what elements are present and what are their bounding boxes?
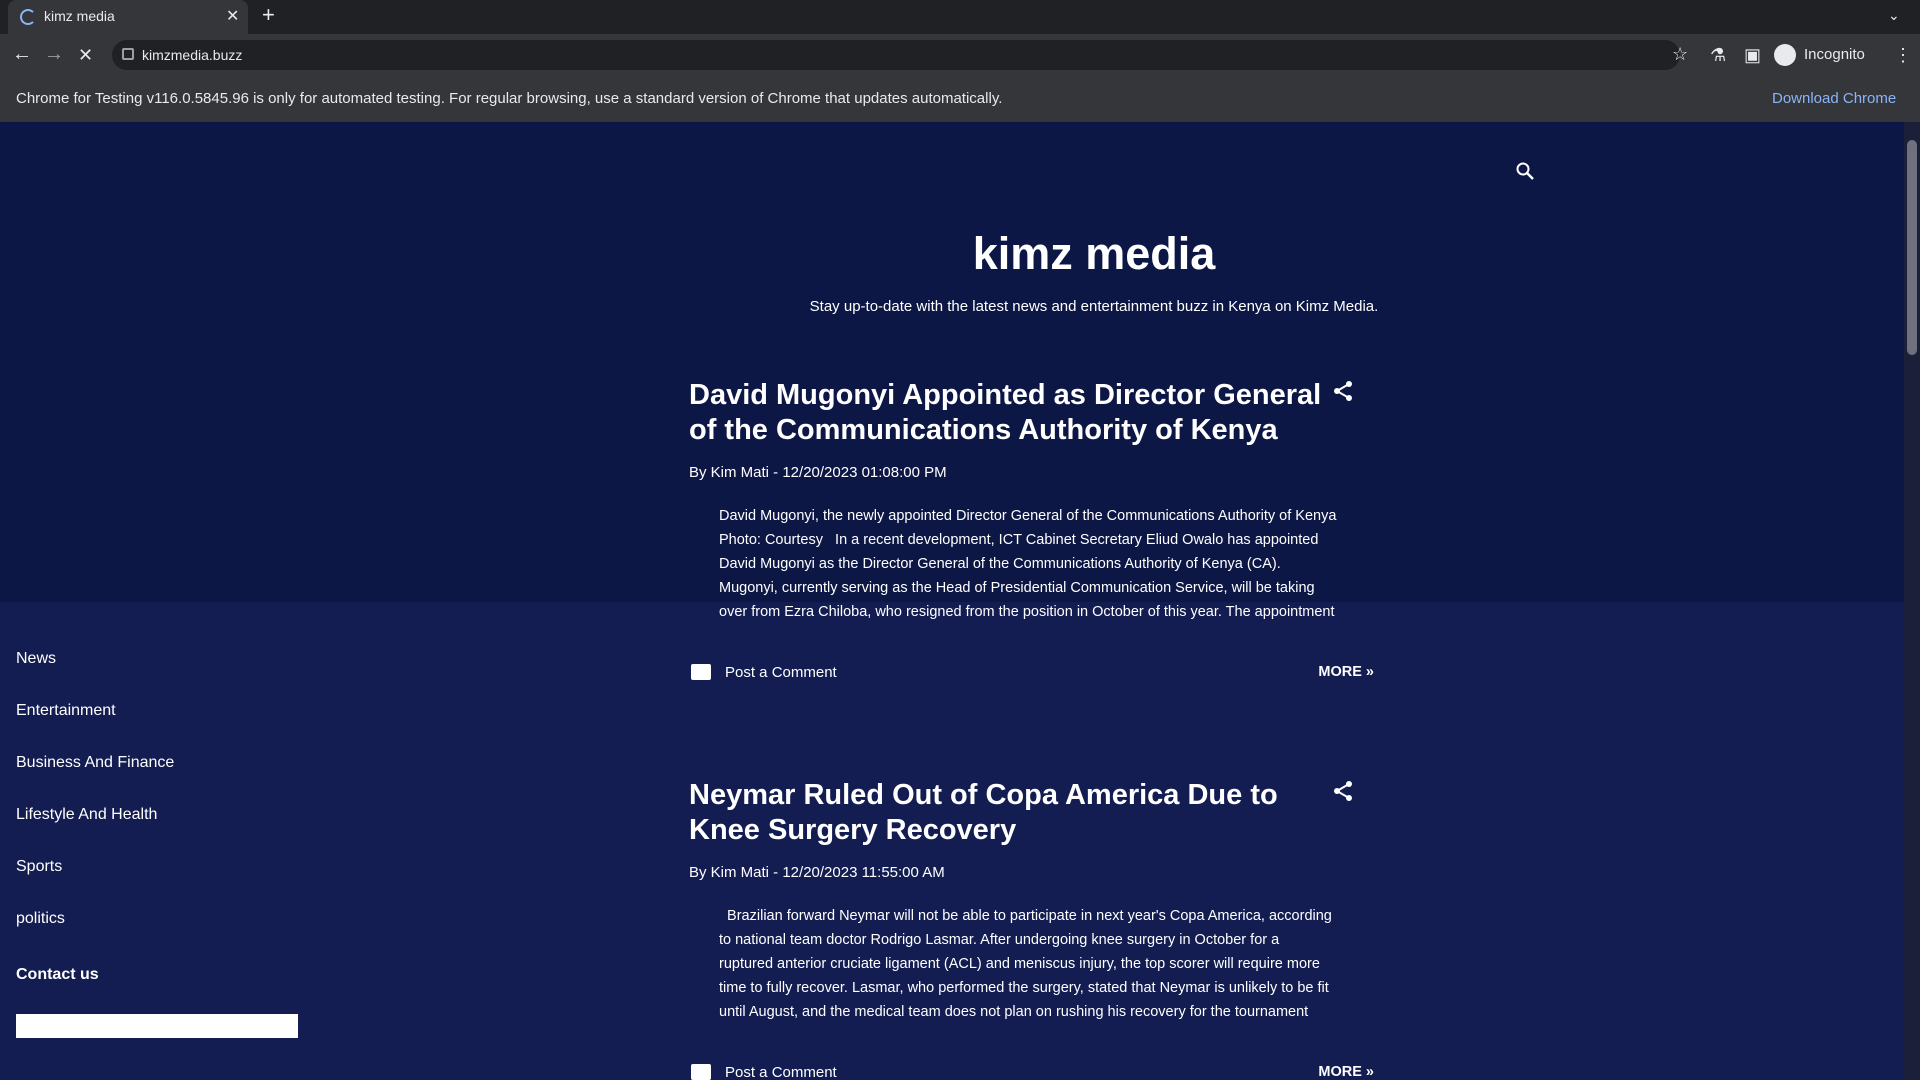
share-icon[interactable] [1332, 380, 1354, 407]
post-comment-link[interactable]: Post a Comment [725, 1064, 837, 1080]
profile-label[interactable]: Incognito [1804, 46, 1865, 63]
comment-icon[interactable] [691, 664, 711, 680]
site-title[interactable]: kimz media [0, 228, 1904, 280]
snippet-line: to national team doctor Rodrigo Lasmar. … [719, 932, 1280, 948]
snippet-line: ruptured anterior cruciate ligament (ACL… [719, 956, 1320, 972]
download-chrome-link[interactable]: Download Chrome [1772, 90, 1896, 107]
sidebar-item-entertainment[interactable]: Entertainment [16, 702, 116, 720]
post-byline: By Kim Mati - 12/20/2023 01:08:00 PM [689, 464, 947, 481]
page: kimz media Stay up-to-date with the late… [0, 122, 1904, 1080]
sidebar-item-lifestyle-health[interactable]: Lifestyle And Health [16, 806, 157, 824]
infobar-text: Chrome for Testing v116.0.5845.96 is onl… [16, 90, 1003, 107]
snippet-line: until August, and the medical team does … [719, 1004, 1309, 1020]
snippet-line: time to fully recover. Lasmar, who perfo… [719, 980, 1329, 996]
post-more-link[interactable]: MORE » [1318, 1064, 1374, 1080]
menu-icon[interactable]: ⋮ [1894, 46, 1912, 64]
tab-active[interactable]: kimz media ✕ [8, 0, 248, 34]
sidebar-input-box[interactable] [16, 1014, 298, 1038]
snippet-line: David Mugonyi as the Director General of… [719, 556, 1281, 572]
post-snippet: David Mugonyi, the newly appointed Direc… [719, 504, 1369, 624]
snippet-line: Photo: Courtesy In a recent development,… [719, 532, 1319, 548]
new-tab-icon[interactable]: + [262, 4, 275, 26]
site-tagline: Stay up-to-date with the latest news and… [809, 298, 1379, 315]
url-text[interactable]: kimzmedia.buzz [142, 47, 242, 63]
stop-icon[interactable]: ✕ [78, 46, 93, 64]
post-card: Neymar Ruled Out of Copa America Due to … [689, 778, 1374, 1080]
comment-icon[interactable] [691, 1064, 711, 1080]
tab-title: kimz media [44, 8, 115, 24]
sidebar-item-sports[interactable]: Sports [16, 858, 62, 876]
close-tab-icon[interactable]: ✕ [226, 8, 239, 26]
incognito-icon[interactable] [1774, 44, 1796, 66]
post-snippet: Brazilian forward Neymar will not be abl… [719, 904, 1369, 1024]
snippet-line: over from Ezra Chiloba, who resigned fro… [719, 604, 1335, 620]
lock-icon [122, 48, 134, 60]
search-icon[interactable] [1516, 162, 1534, 180]
post-comment-link[interactable]: Post a Comment [725, 664, 837, 681]
post-title-line-1[interactable]: David Mugonyi Appointed as Director Gene… [689, 378, 1359, 413]
address-bar[interactable]: kimzmedia.buzz ☆ [112, 40, 1688, 70]
snippet-line: Brazilian forward Neymar will not be abl… [719, 908, 1332, 924]
infobar: Chrome for Testing v116.0.5845.96 is onl… [0, 76, 1920, 123]
sidebar-contact-us[interactable]: Contact us [16, 966, 99, 984]
back-icon[interactable]: ← [12, 44, 32, 64]
post-title-line-1[interactable]: Neymar Ruled Out of Copa America Due to [689, 778, 1359, 813]
sidebar-item-business-finance[interactable]: Business And Finance [16, 754, 174, 772]
extension-flask-icon[interactable]: ⚗ [1710, 46, 1726, 64]
loading-icon [20, 9, 36, 25]
post-card: David Mugonyi Appointed as Director Gene… [689, 378, 1374, 681]
snippet-line: David Mugonyi, the newly appointed Direc… [719, 508, 1337, 524]
post-more-link[interactable]: MORE » [1318, 664, 1374, 680]
tab-strip [0, 0, 1920, 34]
post-title-line-2[interactable]: of the Communications Authority of Kenya [689, 413, 1359, 448]
post-byline: By Kim Mati - 12/20/2023 11:55:00 AM [689, 864, 945, 881]
tab-search-icon[interactable]: ⌄ [1888, 6, 1900, 24]
share-icon[interactable] [1332, 780, 1354, 807]
sidebar-item-politics[interactable]: politics [16, 910, 65, 928]
bookmark-star-icon[interactable]: ☆ [1672, 45, 1688, 63]
side-panel-icon[interactable]: ▣ [1744, 46, 1761, 64]
sidebar-item-news[interactable]: News [16, 650, 56, 668]
scrollbar-thumb[interactable] [1907, 140, 1917, 355]
snippet-line: Mugonyi, currently serving as the Head o… [719, 580, 1315, 596]
forward-icon[interactable]: → [44, 44, 64, 64]
post-title-line-2[interactable]: Knee Surgery Recovery [689, 813, 1359, 848]
